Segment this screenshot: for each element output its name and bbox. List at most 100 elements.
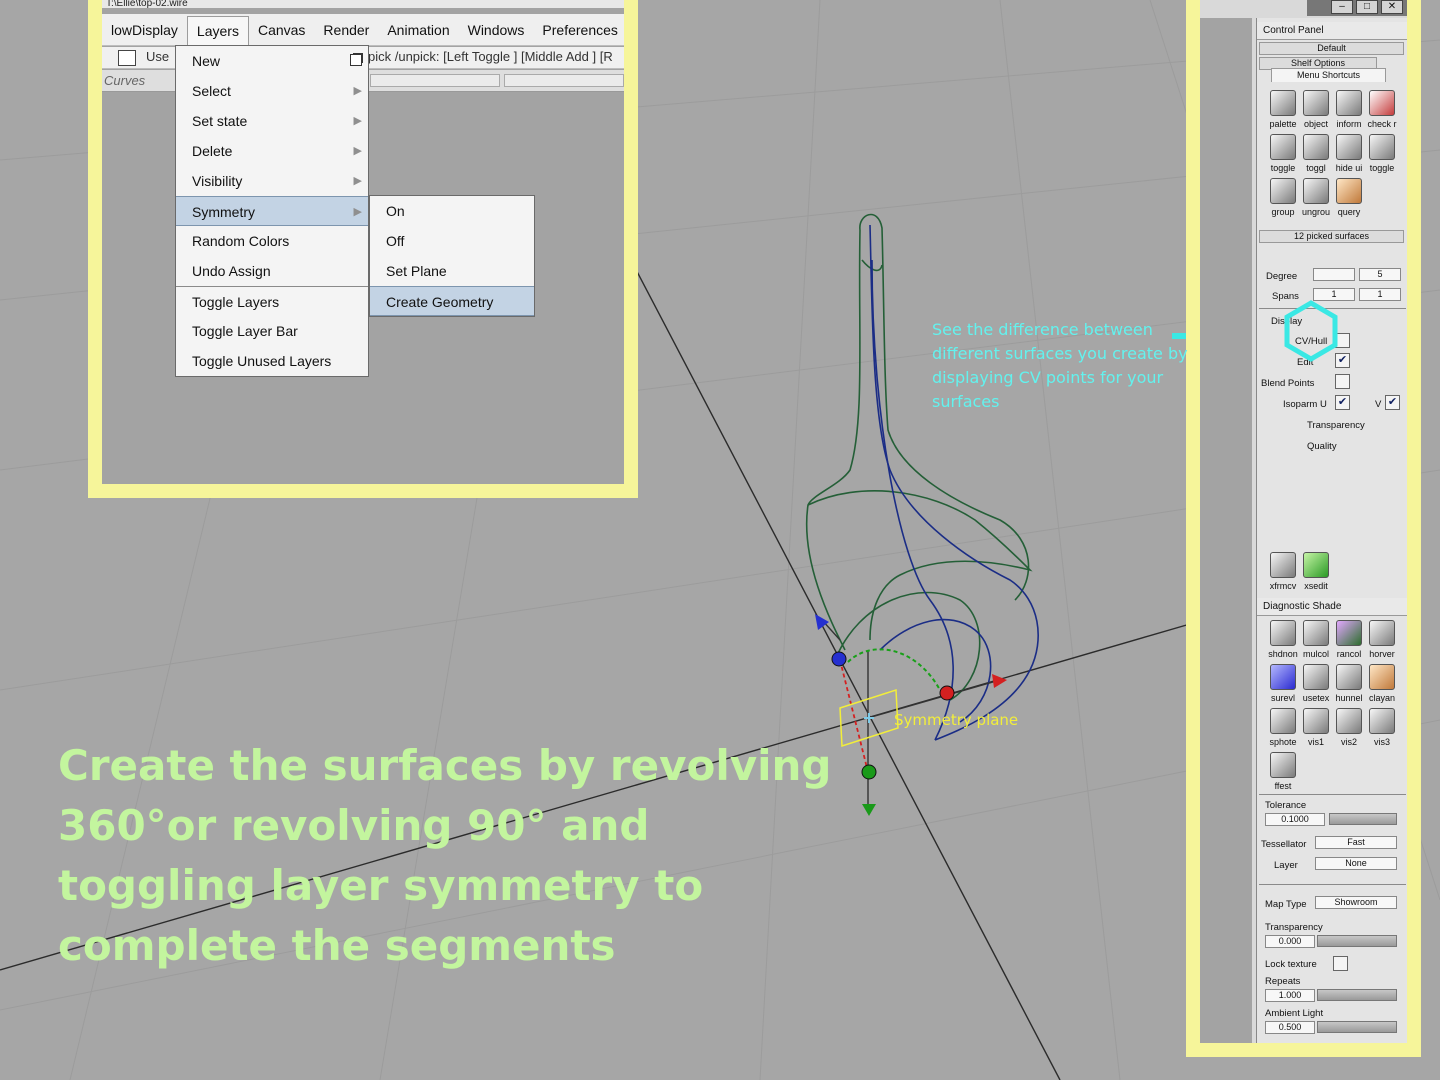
menu-render[interactable]: Render	[314, 16, 378, 44]
menu-windows[interactable]: Windows	[459, 16, 534, 44]
tolerance-slider[interactable]	[1329, 813, 1397, 825]
menu-item-set-state[interactable]: Set state ▶	[176, 106, 368, 136]
shade-clayan[interactable]: clayan	[1366, 660, 1398, 704]
menu-item-undo-assign[interactable]: Undo Assign	[176, 256, 368, 286]
menu-item-new[interactable]: New	[176, 46, 368, 76]
lock-texture-checkbox[interactable]	[1333, 956, 1348, 971]
ambient-light-field[interactable]: 0.500	[1265, 1021, 1315, 1034]
control-panel: Control Panel Default Shelf Options Menu…	[1256, 18, 1407, 1043]
layer-dropdown[interactable]: None	[1315, 857, 1397, 870]
shortcut-label: xfrmcv	[1269, 581, 1297, 591]
menu-item-symmetry[interactable]: Symmetry ▶	[176, 196, 368, 226]
shortcut-object[interactable]: object	[1300, 86, 1332, 130]
menu-item-delete[interactable]: Delete ▶	[176, 136, 368, 166]
shade-label: clayan	[1368, 693, 1395, 703]
menu-utilities[interactable]: U	[627, 16, 638, 44]
control-panel-title: Control Panel	[1257, 22, 1407, 40]
menu-layers[interactable]: Layers	[186, 15, 249, 47]
menu-item-random-colors[interactable]: Random Colors	[176, 226, 368, 256]
isoparm-v-checkbox[interactable]: ✔	[1385, 395, 1400, 410]
selection-dropdown[interactable]: 12 picked surfaces	[1259, 230, 1404, 243]
shortcut-toggl[interactable]: toggl	[1300, 130, 1332, 174]
submenu-item-off[interactable]: Off	[370, 226, 534, 256]
subbar-field[interactable]	[504, 74, 624, 87]
submenu-item-create-geometry[interactable]: Create Geometry	[370, 286, 534, 316]
menu-item-visibility[interactable]: Visibility ▶	[176, 166, 368, 196]
random-color-icon	[1336, 620, 1362, 646]
shortcut-palette[interactable]: palette	[1267, 86, 1299, 130]
shade-sphote[interactable]: sphote	[1267, 704, 1299, 748]
menu-item-toggle-layer-bar[interactable]: Toggle Layer Bar	[176, 316, 368, 346]
shortcut-xfrmcv[interactable]: xfrmcv	[1267, 548, 1299, 592]
toolbar-list-icon[interactable]	[118, 50, 136, 66]
shortcut-label: query	[1337, 207, 1361, 217]
shade-horver[interactable]: horver	[1366, 616, 1398, 660]
shade-hunnel[interactable]: hunnel	[1333, 660, 1365, 704]
repeats-slider[interactable]	[1317, 989, 1397, 1001]
menu-canvas[interactable]: Canvas	[249, 16, 314, 44]
shade-surevl[interactable]: surevl	[1267, 660, 1299, 704]
close-icon[interactable]: ✕	[1381, 0, 1403, 14]
shade-vis1[interactable]: vis1	[1300, 704, 1332, 748]
curves-label: Curves	[104, 73, 146, 88]
menu-animation[interactable]: Animation	[378, 16, 458, 44]
menu-item-toggle-layers[interactable]: Toggle Layers	[176, 286, 368, 316]
menu-window-display[interactable]: lowDisplay	[102, 16, 187, 44]
shortcut-query[interactable]: query	[1333, 174, 1365, 218]
restore-icon[interactable]: □	[1356, 0, 1378, 14]
map-type-dropdown[interactable]: Showroom	[1315, 896, 1397, 909]
option-box-icon[interactable]	[350, 54, 362, 66]
tolerance-field[interactable]: 0.1000	[1265, 813, 1325, 826]
shade-vis3[interactable]: vis3	[1366, 704, 1398, 748]
check-icon	[1369, 90, 1395, 116]
symmetry-plane-label: Symmetry plane	[894, 711, 1019, 729]
tessellator-label: Tessellator	[1261, 839, 1307, 850]
shade-mulcol[interactable]: mulcol	[1300, 616, 1332, 660]
degree-field[interactable]: 5	[1359, 268, 1401, 281]
menu-item-select[interactable]: Select ▶	[176, 76, 368, 106]
menu-preferences[interactable]: Preferences	[533, 16, 624, 44]
shortcut-hide-ui[interactable]: hide ui	[1333, 130, 1365, 174]
shortcut-group[interactable]: group	[1267, 174, 1299, 218]
query-icon	[1336, 178, 1362, 204]
default-dropdown[interactable]: Default	[1259, 42, 1404, 55]
isoparm-u-checkbox[interactable]: ✔	[1335, 395, 1350, 410]
shortcut-inform[interactable]: inform	[1333, 86, 1365, 130]
surface-eval-icon	[1270, 664, 1296, 690]
ambient-light-slider[interactable]	[1317, 1021, 1397, 1033]
shortcut-xsedit[interactable]: xsedit	[1300, 548, 1332, 592]
shortcut-toggle-2[interactable]: toggle	[1366, 130, 1398, 174]
quality-section-header[interactable]: Quality	[1307, 441, 1337, 452]
shade-shdnon[interactable]: shdnon	[1267, 616, 1299, 660]
shortcut-label: xsedit	[1304, 581, 1328, 591]
shade-usetex[interactable]: usetex	[1300, 660, 1332, 704]
tab-menu-shortcuts[interactable]: Menu Shortcuts	[1271, 68, 1386, 82]
tessellator-dropdown[interactable]: Fast	[1315, 836, 1397, 849]
shortcut-ungroup[interactable]: ungrou	[1300, 174, 1332, 218]
degree-blank-field[interactable]	[1313, 268, 1355, 281]
shortcut-check[interactable]: check r	[1366, 86, 1398, 130]
shade-vis2[interactable]: vis2	[1333, 704, 1365, 748]
minimize-icon[interactable]: –	[1331, 0, 1353, 14]
transparency-field[interactable]: 0.000	[1265, 935, 1315, 948]
toolbar-use-label[interactable]: Use	[146, 49, 169, 64]
multi-color-icon	[1303, 620, 1329, 646]
transparency-slider[interactable]	[1317, 935, 1397, 947]
menu-item-toggle-unused-layers[interactable]: Toggle Unused Layers	[176, 346, 368, 376]
shade-rancol[interactable]: rancol	[1333, 616, 1365, 660]
shade-label: mulcol	[1302, 649, 1329, 659]
subbar-field[interactable]	[370, 74, 500, 87]
transparency-section-header[interactable]: Transparency	[1307, 420, 1365, 431]
clay-icon	[1369, 664, 1395, 690]
submenu-item-set-plane[interactable]: Set Plane	[370, 256, 534, 286]
shade-ffest[interactable]: ffest	[1267, 748, 1299, 792]
sphere-icon	[1270, 708, 1296, 734]
blend-points-checkbox[interactable]	[1335, 374, 1350, 389]
repeats-field[interactable]: 1.000	[1265, 989, 1315, 1002]
shortcut-toggle[interactable]: toggle	[1267, 130, 1299, 174]
palette-icon	[1270, 90, 1296, 116]
shortcut-label: toggl	[1306, 163, 1326, 173]
diagnostic-shade-title: Diagnostic Shade	[1257, 598, 1407, 616]
submenu-item-on[interactable]: On	[370, 196, 534, 226]
spans-v-field[interactable]: 1	[1359, 288, 1401, 301]
